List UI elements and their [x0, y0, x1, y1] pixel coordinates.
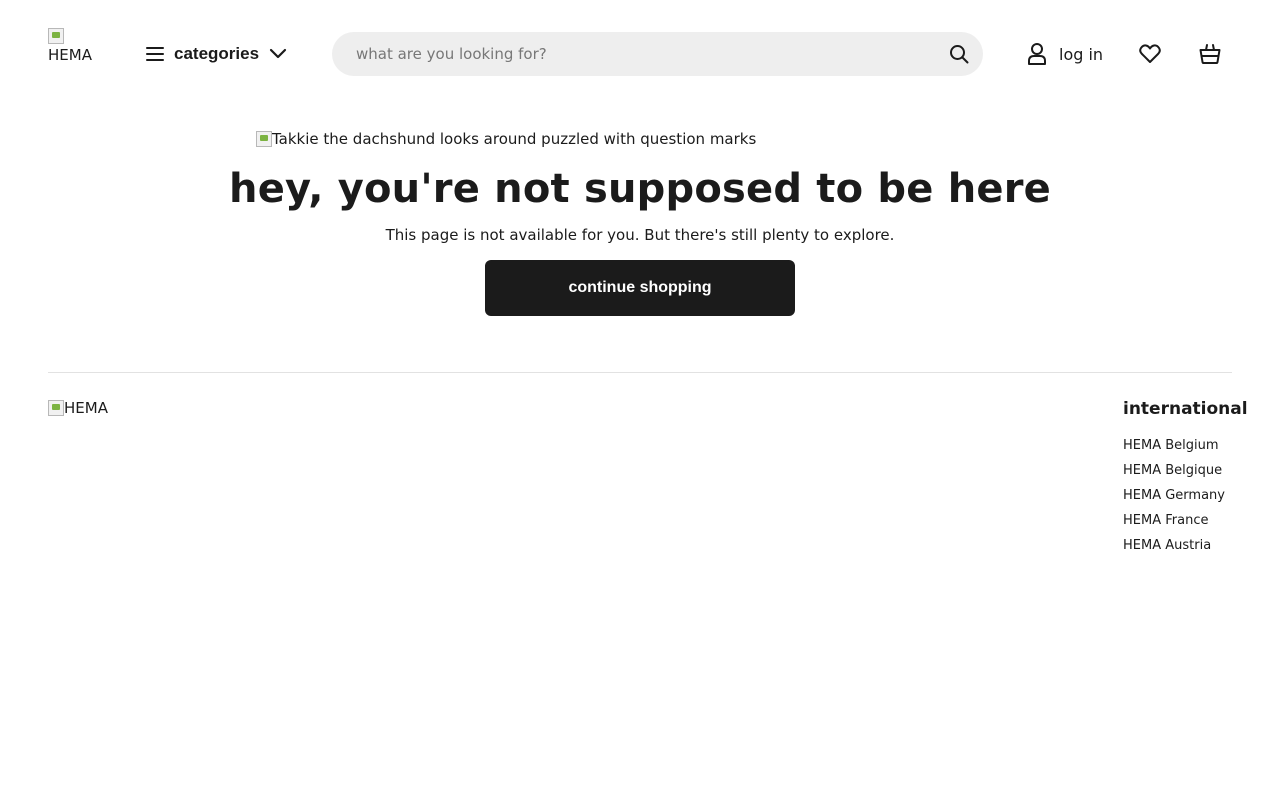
footer-divider	[48, 372, 1232, 373]
site-header: HEMA categories log in	[0, 0, 1280, 108]
hema-logo-link[interactable]: HEMA	[48, 28, 96, 64]
categories-label: categories	[174, 44, 260, 63]
search-input[interactable]	[356, 32, 936, 76]
broken-image-icon	[48, 400, 64, 416]
international-link[interactable]: HEMA Belgium	[1123, 433, 1243, 458]
takkie-image: Takkie the dachshund looks around puzzle…	[256, 129, 756, 149]
footer-logo-alt-text: HEMA	[64, 399, 108, 417]
international-title: international	[1123, 399, 1248, 419]
page-title: hey, you're not supposed to be here	[229, 166, 1051, 212]
broken-image-icon	[48, 28, 64, 44]
search-icon[interactable]	[949, 44, 969, 64]
user-icon	[1028, 43, 1046, 65]
menu-icon	[146, 47, 164, 61]
logo-alt-text: HEMA	[48, 46, 92, 64]
international-link[interactable]: HEMA Austria	[1123, 533, 1243, 558]
international-links: HEMA Belgium HEMA Belgique HEMA Germany …	[1123, 433, 1243, 558]
basket-icon[interactable]	[1198, 42, 1222, 66]
search-bar	[332, 32, 983, 76]
international-section: international HEMA Belgium HEMA Belgique…	[1123, 397, 1248, 558]
image-alt-text: Takkie the dachshund looks around puzzle…	[272, 130, 757, 148]
continue-shopping-button[interactable]: continue shopping	[485, 260, 795, 316]
page-subtitle: This page is not available for you. But …	[385, 226, 895, 244]
international-link[interactable]: HEMA Belgique	[1123, 458, 1243, 483]
broken-image-icon	[256, 131, 272, 147]
login-button[interactable]: log in	[1027, 42, 1103, 66]
international-link[interactable]: HEMA Germany	[1123, 483, 1243, 508]
heart-icon[interactable]	[1138, 42, 1162, 66]
login-label: log in	[1059, 44, 1104, 64]
footer-logo-link[interactable]: HEMA	[48, 398, 108, 418]
categories-menu-button[interactable]: categories	[146, 38, 287, 70]
chevron-down-icon	[269, 48, 287, 59]
international-link[interactable]: HEMA France	[1123, 508, 1243, 533]
